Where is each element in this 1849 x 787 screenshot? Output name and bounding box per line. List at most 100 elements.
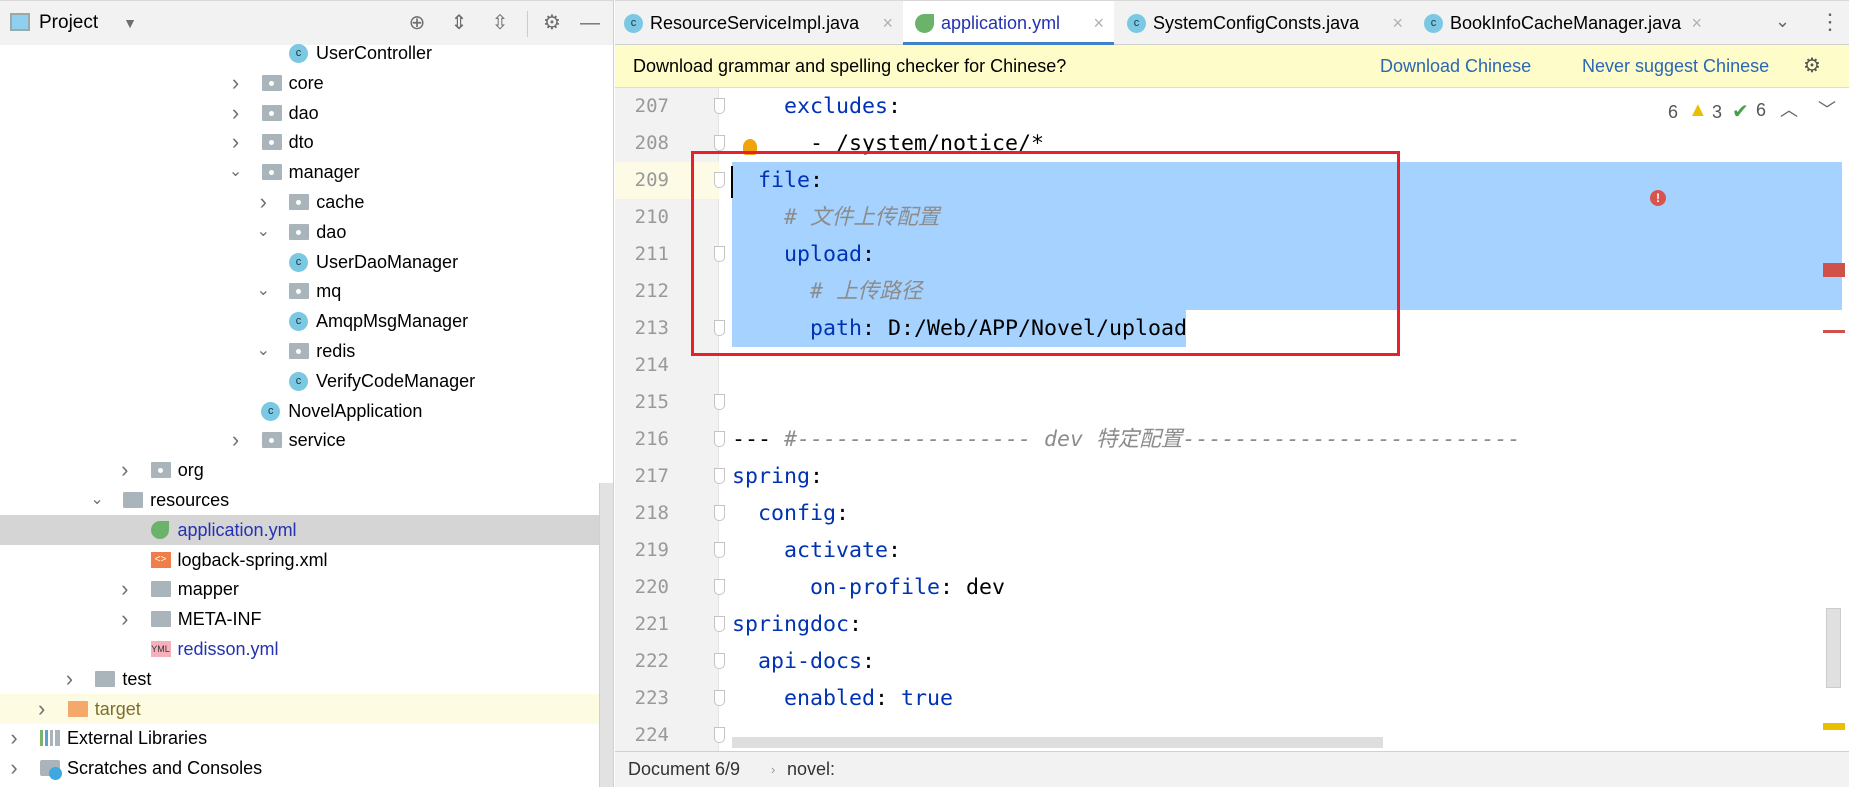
line-number[interactable]: 221 [615, 606, 669, 643]
tree-item[interactable]: › mapper [0, 574, 613, 604]
tree-item[interactable]: › target [0, 693, 613, 724]
line-number[interactable]: 207 [615, 88, 669, 125]
tree-item[interactable]: c AmqpMsgManager [0, 306, 613, 336]
breadcrumb-document[interactable]: Document 6/9 [628, 752, 740, 787]
tree-item[interactable]: ⌄ mq [0, 276, 613, 306]
code-line[interactable]: springdoc: [732, 606, 862, 643]
chevron-right-icon[interactable]: › [117, 455, 133, 485]
project-tree-scrollbar[interactable] [599, 483, 613, 787]
tree-item[interactable]: ⌄ redis [0, 336, 613, 366]
close-tab-icon[interactable]: × [1392, 1, 1403, 45]
tree-item[interactable]: ⌄ manager [0, 157, 613, 187]
tree-item[interactable]: ⌄ resources [0, 485, 613, 515]
tree-item[interactable]: › Scratches and Consoles [0, 753, 613, 783]
tree-item[interactable]: › cache [0, 187, 613, 217]
line-number[interactable]: 215 [615, 384, 669, 421]
expand-all-icon[interactable]: ⇕ [447, 11, 471, 35]
chevron-down-icon[interactable]: ⌄ [228, 157, 244, 187]
fold-marker-icon[interactable] [714, 505, 725, 521]
error-icon[interactable]: ! [1650, 190, 1666, 206]
line-number[interactable]: 223 [615, 680, 669, 717]
download-chinese-link[interactable]: Download Chinese [1380, 45, 1531, 87]
locate-file-icon[interactable]: ⊕ [405, 11, 429, 35]
fold-marker-icon[interactable] [714, 616, 725, 632]
tree-item[interactable]: › dto [0, 127, 613, 157]
fold-marker-icon[interactable] [714, 98, 725, 114]
code-line[interactable]: enabled: true [732, 680, 953, 717]
tree-item[interactable]: c UserDaoManager [0, 247, 613, 277]
breadcrumb-node[interactable]: novel: [787, 752, 835, 787]
chevron-right-icon[interactable]: › [34, 694, 50, 724]
tree-item[interactable]: ⌄ dao [0, 217, 613, 247]
chevron-right-icon[interactable]: › [255, 187, 271, 217]
warning-stripe-marker[interactable] [1823, 723, 1845, 730]
chevron-right-icon[interactable]: › [228, 68, 244, 98]
code-line[interactable]: api-docs: [732, 643, 875, 680]
code-line[interactable]: on-profile: dev [732, 569, 1005, 606]
tree-item[interactable]: YML redisson.yml [0, 634, 613, 664]
code-line[interactable]: config: [732, 495, 849, 532]
hide-panel-icon[interactable]: — [578, 11, 602, 35]
line-number[interactable]: 210 [615, 199, 669, 236]
chevron-down-icon[interactable]: ⌄ [255, 336, 271, 366]
chevron-right-icon[interactable]: › [228, 127, 244, 157]
tree-item[interactable]: c VerifyCodeManager [0, 366, 613, 396]
line-number[interactable]: 218 [615, 495, 669, 532]
chevron-down-icon[interactable]: ⌄ [255, 217, 271, 247]
fold-marker-icon[interactable] [714, 394, 725, 410]
fold-marker-icon[interactable] [714, 542, 725, 558]
chevron-down-icon[interactable]: ⌄ [89, 485, 105, 515]
weak-warning-count[interactable]: 6 [1756, 100, 1766, 121]
tree-item[interactable]: › org [0, 455, 613, 485]
chevron-right-icon[interactable]: › [117, 604, 133, 634]
next-highlight-icon[interactable]: ﹀ [1818, 96, 1836, 122]
error-count[interactable]: 6 [1668, 100, 1678, 124]
project-view-selector[interactable]: Project [39, 12, 98, 34]
gear-icon[interactable]: ⚙ [540, 11, 564, 35]
line-number[interactable]: 222 [615, 643, 669, 680]
tree-item[interactable]: application.yml [0, 514, 613, 545]
tree-item[interactable]: c UserController [0, 38, 613, 68]
line-number[interactable]: 213 [615, 310, 669, 347]
fold-marker-icon[interactable] [714, 653, 725, 669]
chevron-right-icon[interactable]: › [6, 723, 22, 753]
close-tab-icon[interactable]: × [1093, 1, 1104, 45]
fold-marker-icon[interactable] [714, 579, 725, 595]
tree-item[interactable]: › External Libraries [0, 723, 613, 753]
fold-marker-icon[interactable] [714, 727, 725, 743]
close-tab-icon[interactable]: × [882, 1, 893, 45]
line-number[interactable]: 214 [615, 347, 669, 384]
editor-tab[interactable]: c ResourceServiceImpl.java × [612, 1, 903, 45]
fold-marker-icon[interactable] [714, 431, 725, 447]
line-number[interactable]: 212 [615, 273, 669, 310]
weak-warning-check-icon[interactable]: ✔ [1732, 99, 1749, 124]
fold-marker-icon[interactable] [714, 690, 725, 706]
previous-highlight-icon[interactable]: ︿ [1780, 96, 1798, 122]
more-tabs-icon[interactable]: ⋮ [1819, 9, 1841, 35]
warning-icon[interactable]: ▲ [1688, 99, 1708, 122]
chevron-right-icon[interactable]: › [6, 753, 22, 783]
vertical-scrollbar-thumb[interactable] [1826, 608, 1841, 688]
tab-list-chevron-down-icon[interactable]: ⌄ [1775, 11, 1790, 32]
line-number[interactable]: 220 [615, 569, 669, 606]
line-number[interactable]: 219 [615, 532, 669, 569]
line-number[interactable]: 224 [615, 717, 669, 751]
error-stripe-marker[interactable] [1823, 330, 1845, 333]
close-tab-icon[interactable]: × [1691, 1, 1702, 45]
code-line[interactable]: activate: [732, 532, 901, 569]
editor-tab[interactable]: c SystemConfigConsts.java × [1115, 1, 1413, 45]
view-dropdown-icon[interactable]: ▼ [118, 11, 142, 35]
editor-tab[interactable]: application.yml × [903, 1, 1114, 45]
fold-marker-icon[interactable] [714, 135, 725, 151]
never-suggest-chinese-link[interactable]: Never suggest Chinese [1582, 45, 1769, 87]
tree-item[interactable]: › core [0, 68, 613, 98]
tree-item[interactable]: c NovelApplication [0, 396, 613, 426]
fold-marker-icon[interactable] [714, 468, 725, 484]
chevron-right-icon[interactable]: › [228, 425, 244, 455]
code-line[interactable]: spring: [732, 458, 823, 495]
line-number[interactable]: 208 [615, 125, 669, 162]
line-number[interactable]: 211 [615, 236, 669, 273]
line-number[interactable]: 217 [615, 458, 669, 495]
line-number[interactable]: 216 [615, 421, 669, 458]
tree-item[interactable]: <> logback-spring.xml [0, 545, 613, 575]
